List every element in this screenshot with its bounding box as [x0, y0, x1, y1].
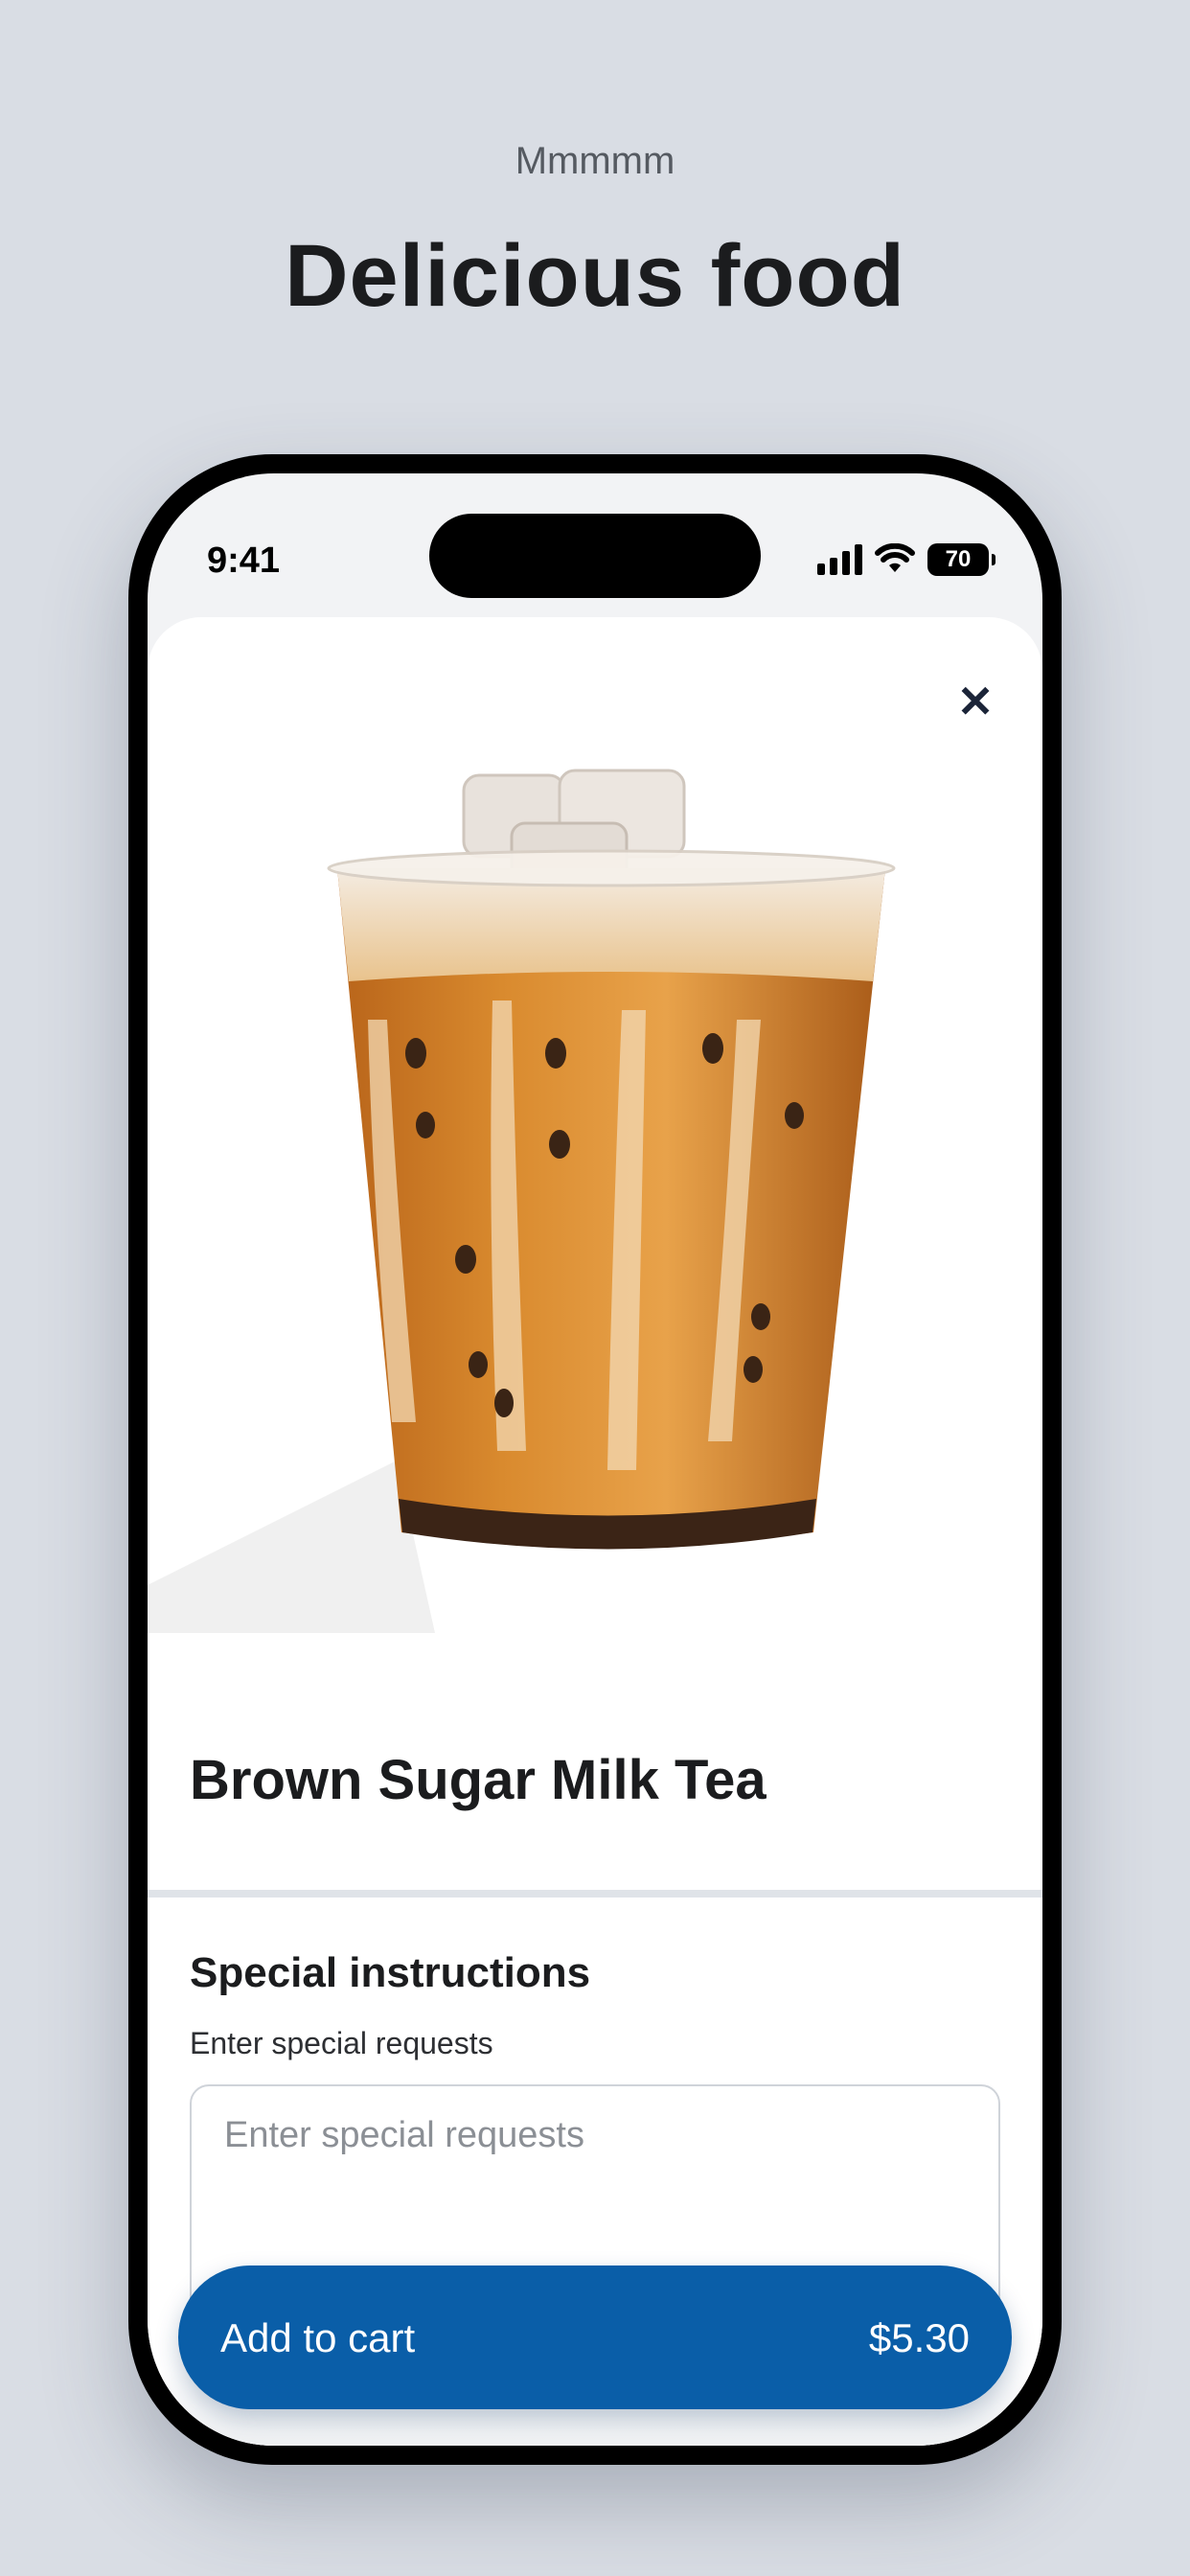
promo-eyebrow: Mmmmm	[515, 140, 675, 182]
section-divider	[148, 1890, 1042, 1898]
promo-headline: Delicious food	[285, 227, 905, 325]
status-icons: 70	[817, 540, 995, 579]
signal-icon	[817, 544, 862, 575]
cart-price: $5.30	[868, 2315, 970, 2360]
product-name: Brown Sugar Milk Tea	[190, 1749, 767, 1811]
close-icon: ✕	[956, 677, 995, 726]
close-button[interactable]: ✕	[947, 673, 1004, 730]
special-instructions-title: Special instructions	[190, 1949, 591, 1996]
status-time: 9:41	[207, 540, 281, 581]
phone-screen: 9:41 70 ✕ Brown Sugar Milk Tea Special i…	[148, 473, 1042, 2446]
battery-level: 70	[945, 546, 972, 572]
dynamic-island	[429, 514, 761, 598]
product-sheet: ✕ Brown Sugar Milk Tea Special instructi…	[148, 617, 1042, 2446]
wifi-icon	[875, 543, 915, 572]
special-instructions-subtitle: Enter special requests	[190, 2026, 493, 2060]
add-to-cart-button[interactable]: Add to cart $5.30	[178, 2266, 1012, 2409]
battery-icon: 70	[927, 543, 995, 576]
phone-frame: 9:41 70 ✕ Brown Sugar Milk Tea Special i…	[128, 454, 1062, 2465]
milk-tea-cup-image	[148, 769, 896, 1633]
add-to-cart-label: Add to cart	[220, 2315, 416, 2360]
special-requests-placeholder: Enter special requests	[224, 2115, 584, 2155]
